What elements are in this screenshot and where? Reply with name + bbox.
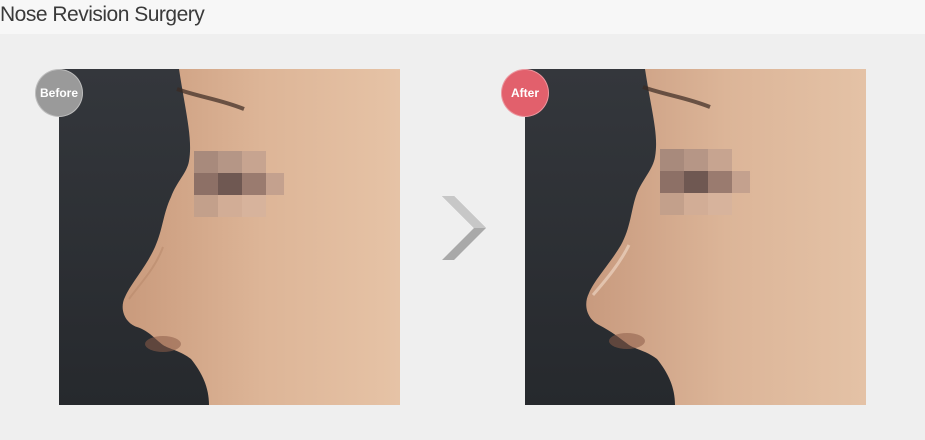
before-badge: Before (35, 69, 83, 117)
page-title: Nose Revision Surgery (0, 3, 205, 26)
before-face-image (59, 69, 400, 405)
before-badge-label: Before (39, 86, 78, 100)
page-header: Nose Revision Surgery (0, 0, 925, 34)
after-photo (525, 69, 866, 405)
after-badge: After (501, 69, 549, 117)
chevron-right-icon (440, 192, 488, 264)
after-face-image (525, 69, 866, 405)
before-photo (59, 69, 400, 405)
after-badge-label: After (510, 86, 539, 100)
